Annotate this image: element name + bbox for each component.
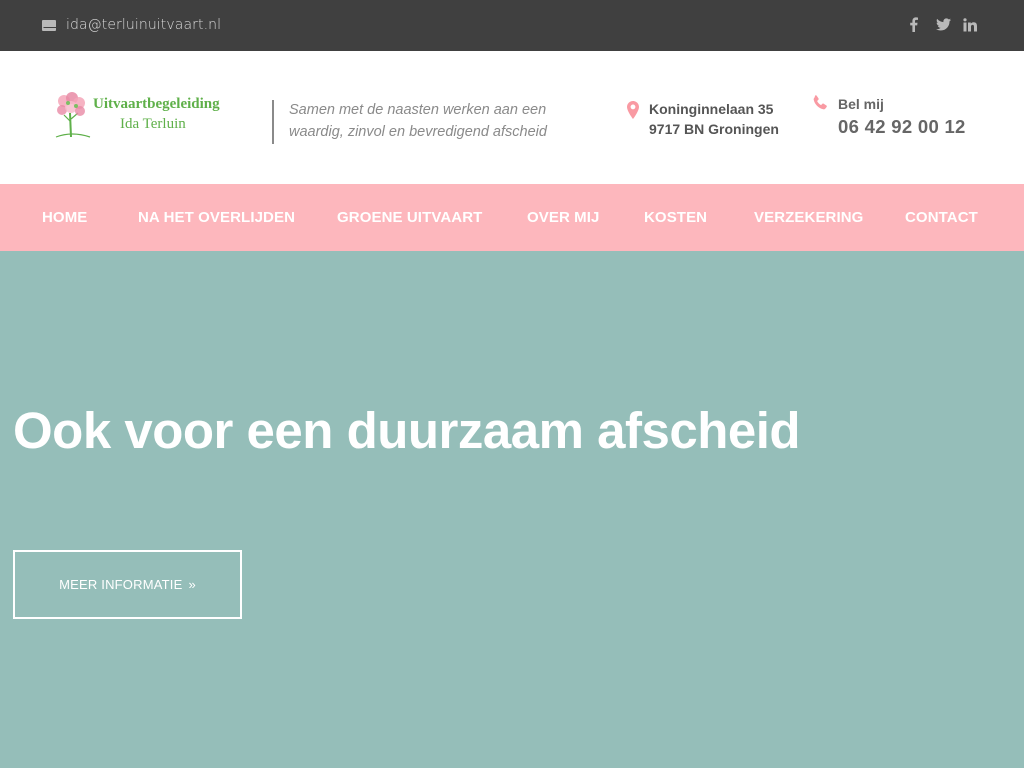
tagline: Samen met de naasten werken aan een waar… [289, 102, 547, 140]
envelope-icon [42, 19, 56, 31]
button-label: MEER INFORMATIE [59, 577, 183, 592]
logo-line-2: Ida Terluin [120, 116, 186, 132]
tree-logo-icon [55, 92, 91, 138]
header-divider [272, 100, 274, 144]
nav-item-na-het-overlijden[interactable]: NA HET OVERLIJDEN [138, 184, 295, 251]
map-pin-icon [627, 101, 639, 119]
phone-number[interactable]: 06 42 92 00 12 [838, 116, 966, 138]
meer-informatie-button[interactable]: MEER INFORMATIE » [13, 550, 242, 619]
nav-item-verzekering[interactable]: VERZEKERING [754, 184, 863, 251]
nav-item-contact[interactable]: CONTACT [905, 184, 978, 251]
top-bar: ida@terluinuitvaart.nl [0, 0, 1024, 51]
twitter-icon[interactable] [936, 18, 951, 31]
hero-headline: Ook voor een duurzaam afscheid [13, 402, 801, 459]
logo-line-1: Uitvaartbegeleiding [93, 96, 220, 112]
hero-section: Ook voor een duurzaam afscheid MEER INFO… [0, 251, 1024, 768]
site-logo[interactable]: Uitvaartbegeleiding Ida Terluin [54, 91, 234, 139]
email-text: ida@terluinuitvaart.nl [66, 17, 222, 33]
nav-item-over-mij[interactable]: OVER MIJ [527, 184, 599, 251]
social-links [909, 17, 978, 32]
nav-item-groene-uitvaart[interactable]: GROENE UITVAART [337, 184, 482, 251]
facebook-icon[interactable] [909, 17, 924, 32]
nav-item-home[interactable]: HOME [42, 184, 87, 251]
main-nav: HOME NA HET OVERLIJDEN GROENE UITVAART O… [0, 184, 1024, 251]
phone-label: Bel mij [838, 96, 884, 112]
phone-icon [813, 95, 827, 110]
nav-item-kosten[interactable]: KOSTEN [644, 184, 707, 251]
double-chevron-right-icon: » [188, 577, 196, 592]
email-link[interactable]: ida@terluinuitvaart.nl [42, 16, 221, 34]
linkedin-icon[interactable] [963, 17, 978, 32]
address-street: Koninginnelaan 35 [649, 101, 774, 117]
address-city: 9717 BN Groningen [649, 121, 779, 137]
site-header: Uitvaartbegeleiding Ida Terluin Samen me… [0, 51, 1024, 184]
